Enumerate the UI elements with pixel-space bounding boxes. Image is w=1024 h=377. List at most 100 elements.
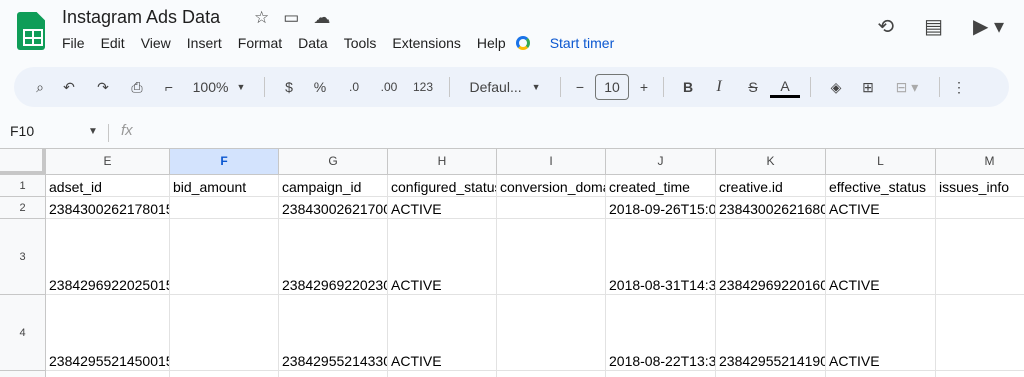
cell-l1[interactable]: effective_status <box>826 175 936 197</box>
row-header-2[interactable]: 2 <box>0 197 46 219</box>
strikethrough-button[interactable]: S <box>736 73 770 101</box>
menu-help[interactable]: Help <box>477 35 506 51</box>
cell-m2[interactable] <box>936 197 1024 219</box>
cell-i5[interactable] <box>497 371 606 377</box>
cell-f2[interactable] <box>170 197 279 219</box>
cell-g1[interactable]: campaign_id <box>279 175 388 197</box>
cell-i2[interactable] <box>497 197 606 219</box>
increase-font-size-icon[interactable]: + <box>635 73 653 101</box>
paint-format-icon[interactable]: ⌐ <box>154 73 184 101</box>
cell-j1[interactable]: created_time <box>606 175 716 197</box>
cell-j2[interactable]: 2018-09-26T15:00:00 <box>606 197 716 219</box>
column-header-k[interactable]: K <box>716 149 826 175</box>
cell-h5[interactable]: ACTIVE <box>388 371 497 377</box>
cell-k3[interactable]: 23842969220160153 <box>716 219 826 295</box>
fill-color-icon[interactable]: ◈ <box>821 73 851 101</box>
cell-j4[interactable]: 2018-08-22T13:30:00 <box>606 295 716 371</box>
cell-k2[interactable]: 23843002621680153 <box>716 197 826 219</box>
name-box[interactable]: F10 <box>10 123 34 139</box>
cell-e3[interactable]: 23842969220250153 <box>46 219 170 295</box>
cell-i1[interactable]: conversion_domain <box>497 175 606 197</box>
cell-f5[interactable] <box>170 371 279 377</box>
cell-h3[interactable]: ACTIVE <box>388 219 497 295</box>
cell-g3[interactable]: 23842969220230153 <box>279 219 388 295</box>
currency-format-button[interactable]: $ <box>275 73 303 101</box>
cell-f4[interactable] <box>170 295 279 371</box>
chevron-down-icon[interactable]: ▼ <box>88 126 98 137</box>
zoom-select[interactable]: 100% ▼ <box>184 73 254 101</box>
cell-i3[interactable] <box>497 219 606 295</box>
redo-icon[interactable]: ↷ <box>86 73 120 101</box>
cell-g2[interactable]: 23843002621700153 <box>279 197 388 219</box>
menu-edit[interactable]: Edit <box>101 35 125 51</box>
menu-extensions[interactable]: Extensions <box>392 35 460 51</box>
column-header-m[interactable]: M <box>936 149 1024 175</box>
cell-m1[interactable]: issues_info <box>936 175 1024 197</box>
cell-k5[interactable]: 23842945603650153 <box>716 371 826 377</box>
decrease-decimal-button[interactable]: .0 <box>337 73 371 101</box>
column-header-l[interactable]: L <box>826 149 936 175</box>
decrease-font-size-icon[interactable]: − <box>571 73 589 101</box>
cell-m4[interactable] <box>936 295 1024 371</box>
more-formats-button[interactable]: 123 <box>407 73 439 101</box>
menu-file[interactable]: File <box>62 35 85 51</box>
sheets-logo-icon[interactable] <box>17 12 45 50</box>
cell-e2[interactable]: 23843002621780153 <box>46 197 170 219</box>
row-header-3[interactable]: 3 <box>0 219 46 295</box>
cell-h4[interactable]: ACTIVE <box>388 295 497 371</box>
increase-decimal-button[interactable]: .00 <box>371 73 407 101</box>
menu-format[interactable]: Format <box>238 35 282 51</box>
cell-l2[interactable]: ACTIVE <box>826 197 936 219</box>
cell-e4[interactable]: 23842955214500153 <box>46 295 170 371</box>
font-size-input[interactable]: 10 <box>595 74 629 100</box>
column-header-f[interactable]: F <box>170 149 279 175</box>
cell-f1[interactable]: bid_amount <box>170 175 279 197</box>
font-select[interactable]: Defaul... ▼ <box>460 73 550 101</box>
menu-view[interactable]: View <box>141 35 171 51</box>
menu-insert[interactable]: Insert <box>187 35 222 51</box>
cell-h2[interactable]: ACTIVE <box>388 197 497 219</box>
cell-g5[interactable]: 23842945603670153 <box>279 371 388 377</box>
undo-icon[interactable]: ↶ <box>52 73 86 101</box>
column-header-g[interactable]: G <box>279 149 388 175</box>
document-title[interactable]: Instagram Ads Data <box>62 7 220 28</box>
print-icon[interactable]: ⎙ <box>120 73 154 101</box>
cell-m3[interactable] <box>936 219 1024 295</box>
select-all-corner[interactable] <box>0 149 46 175</box>
column-header-i[interactable]: I <box>497 149 606 175</box>
cell-l4[interactable]: ACTIVE <box>826 295 936 371</box>
cell-j5[interactable]: 2018-08-15T20:30:00 <box>606 371 716 377</box>
text-color-button[interactable]: A <box>770 76 800 98</box>
cell-j3[interactable]: 2018-08-31T14:30:00 <box>606 219 716 295</box>
cell-e1[interactable]: adset_id <box>46 175 170 197</box>
percent-format-button[interactable]: % <box>303 73 337 101</box>
cell-g4[interactable]: 23842955214330153 <box>279 295 388 371</box>
row-header-5[interactable]: 5 <box>0 371 46 377</box>
bold-button[interactable]: B <box>674 73 702 101</box>
more-options-icon[interactable]: ⋮ <box>950 73 968 101</box>
column-header-h[interactable]: H <box>388 149 497 175</box>
cell-m5[interactable] <box>936 371 1024 377</box>
cloud-status-icon[interactable]: ☁ <box>313 8 330 28</box>
cell-k1[interactable]: creative.id <box>716 175 826 197</box>
merge-cells-icon[interactable]: ⊟ ▾ <box>885 73 929 101</box>
search-menus-icon[interactable]: ⌕ <box>28 73 52 101</box>
column-header-e[interactable]: E <box>46 149 170 175</box>
menu-tools[interactable]: Tools <box>344 35 377 51</box>
cell-f3[interactable] <box>170 219 279 295</box>
menu-data[interactable]: Data <box>298 35 328 51</box>
cell-k4[interactable]: 23842955214190153 <box>716 295 826 371</box>
comments-icon[interactable]: ▤ <box>924 14 943 39</box>
move-folder-icon[interactable]: ▭ <box>283 8 299 28</box>
cell-h1[interactable]: configured_status <box>388 175 497 197</box>
cell-i4[interactable] <box>497 295 606 371</box>
history-icon[interactable]: ⟲ <box>877 14 894 39</box>
star-icon[interactable]: ☆ <box>254 8 269 28</box>
cell-l5[interactable]: ACTIVE <box>826 371 936 377</box>
meet-icon[interactable]: ▶ ▾ <box>973 14 1004 39</box>
column-header-j[interactable]: J <box>606 149 716 175</box>
cell-l3[interactable]: ACTIVE <box>826 219 936 295</box>
borders-icon[interactable]: ⊞ <box>851 73 885 101</box>
row-header-4[interactable]: 4 <box>0 295 46 371</box>
cell-e5[interactable]: 23842945603830153 <box>46 371 170 377</box>
